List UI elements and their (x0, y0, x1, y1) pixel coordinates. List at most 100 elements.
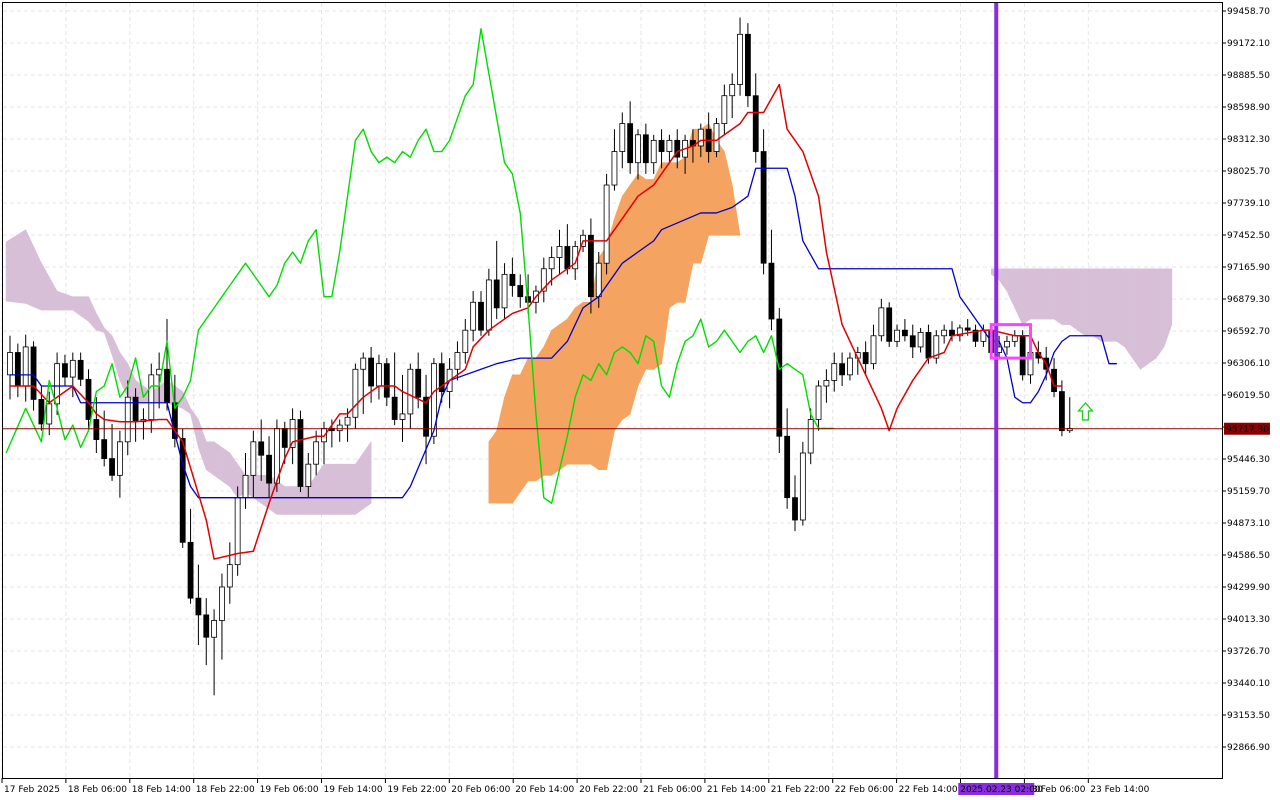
cloud-segment (629, 172, 639, 415)
candle-bear (909, 335, 916, 348)
candle-bear (195, 597, 202, 616)
x-tick-label: 17 Feb 2025 (4, 785, 60, 795)
cloud-segment-future (1147, 268, 1157, 365)
x-tick-label: 18 Feb 22:00 (196, 785, 255, 795)
candle-bear (38, 399, 45, 425)
x-tick-label: 20 Feb 06:00 (451, 785, 510, 795)
cloud-segment (574, 301, 584, 465)
y-tick-label: 94299.90 (1227, 583, 1270, 593)
candle-bull (556, 246, 563, 259)
cloud-segment (637, 173, 647, 387)
candle-bear (839, 363, 845, 376)
cloud-segment-future (1022, 268, 1031, 326)
candle-bear (266, 454, 272, 484)
x-tick-label: 20 Feb 22:00 (579, 785, 638, 795)
candle-bear (964, 327, 971, 331)
candle-bull (1004, 340, 1010, 348)
y-tick-label: 97739.10 (1227, 199, 1270, 209)
candle-bull (941, 329, 948, 337)
cloud-segment-future (1155, 268, 1165, 360)
candle-bear (658, 139, 665, 152)
price-chart[interactable]: 99458.70 99172.10 98885.50 98598.90 98312.30… (0, 0, 1280, 800)
candle-bear (886, 307, 893, 342)
cloud-segment (339, 463, 356, 515)
cloud-segment-future (1124, 268, 1133, 360)
x-tick-label: 21 Feb 06:00 (643, 785, 702, 795)
candle-bull (352, 368, 359, 418)
cloud-segment (716, 139, 725, 236)
candle-bear (862, 352, 869, 365)
x-tick-label: 23 Feb 14:00 (1090, 785, 1149, 795)
candle-bear (768, 262, 775, 320)
candle-bull (211, 620, 218, 638)
y-tick-label: 94013.30 (1227, 615, 1270, 625)
cloud-segment-future (1077, 268, 1086, 337)
candle-bear (85, 378, 92, 420)
cloud-segment (692, 128, 702, 264)
cloud-segment (323, 463, 341, 515)
candle-bull (815, 385, 822, 420)
candle-bull (729, 84, 736, 97)
candle-bear (297, 419, 304, 487)
cloud-segment (551, 324, 560, 476)
cloud-segment (221, 446, 231, 488)
cloud-segment (653, 162, 662, 370)
x-tick-label: 22 Feb 14:00 (899, 785, 958, 795)
candle-bull (799, 452, 806, 521)
candle-bear (30, 346, 37, 400)
candle-bull (548, 257, 555, 270)
candle-bear (902, 329, 908, 337)
candle-bear (258, 441, 265, 456)
cloud-segment-future (1108, 268, 1118, 342)
y-tick-label: 94586.50 (1227, 551, 1270, 561)
x-tick-label: 22 Feb 06:00 (835, 785, 894, 795)
x-tick-label: 21 Feb 14:00 (707, 785, 766, 795)
candle-bull (870, 335, 877, 365)
y-tick-label: 93440.10 (1227, 679, 1270, 689)
candle-bull (878, 307, 885, 337)
candle-bear (14, 352, 21, 387)
candle-bull (69, 359, 76, 378)
cloud-segment (582, 301, 592, 465)
y-tick-label: 95446.30 (1227, 455, 1270, 465)
candle-bear (784, 435, 791, 499)
cloud-segment (614, 196, 623, 432)
cloud-segment-future (1030, 268, 1039, 320)
y-tick-label: 99172.10 (1227, 39, 1270, 49)
candle-bear (792, 497, 798, 521)
cloud-segment (527, 357, 537, 482)
candle-bear (493, 279, 500, 309)
candle-bear (391, 396, 398, 420)
candle-bull (595, 262, 602, 298)
candle-bull (721, 95, 728, 125)
candle-bear (776, 318, 783, 437)
x-tick-label: 19 Feb 14:00 (324, 785, 383, 795)
candle-bull (336, 424, 343, 432)
candle-bull (124, 396, 131, 443)
y-tick-label: 93726.70 (1227, 647, 1270, 657)
candle-bull (219, 586, 225, 621)
candle-bear (745, 33, 751, 97)
y-tick-label: 93153.50 (1227, 711, 1270, 721)
candle-bull (22, 346, 29, 387)
candle-bull (619, 123, 626, 152)
cloud-segment (519, 357, 529, 494)
candle-bull (46, 403, 53, 425)
candle-bull (823, 380, 830, 387)
candle-bull (831, 363, 838, 381)
x-tick-label: 18 Feb 06:00 (68, 785, 127, 795)
candle-bear (1019, 335, 1026, 376)
candle-bull (611, 151, 618, 186)
candle-bull (305, 463, 312, 487)
candle-bull (399, 413, 406, 420)
candle-bear (132, 396, 139, 423)
cloud-segment-future (1061, 268, 1071, 325)
candle-bear (62, 363, 68, 378)
cloud-segment (504, 374, 513, 504)
candle-bull (376, 363, 382, 387)
candle-bear (368, 357, 375, 387)
cursor-line (994, 3, 999, 778)
y-tick-label: 94873.10 (1227, 519, 1270, 529)
candle-bull (360, 357, 367, 370)
x-tick-label: 18 Feb 14:00 (132, 785, 191, 795)
